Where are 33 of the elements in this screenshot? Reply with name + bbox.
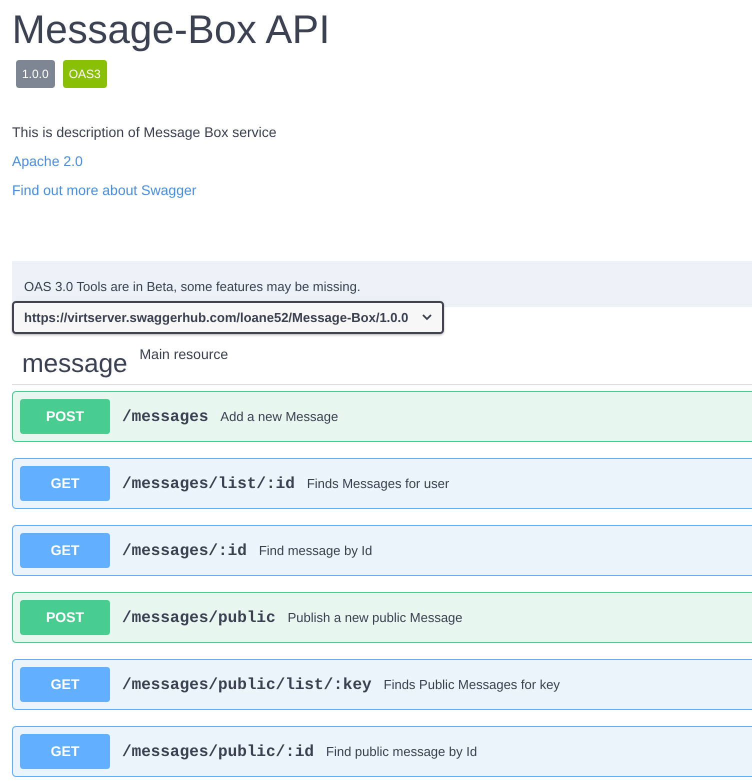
method-label: POST: [20, 600, 110, 635]
endpoint-path: /messages/:id: [122, 540, 247, 562]
operation-row[interactable]: GET /messages/public/list/:key Finds Public Messages for key: [12, 659, 752, 710]
server-select[interactable]: https://virtserver.swaggerhub.com/loane52/Message-Box/1.0.0: [12, 300, 444, 334]
method-label: GET: [20, 734, 110, 769]
endpoint-summary: Find public message by Id: [326, 742, 478, 761]
chevron-down-icon: [422, 314, 432, 321]
endpoint-summary: Publish a new public Message: [288, 608, 463, 627]
endpoint-path: /messages/public/:id: [122, 742, 314, 762]
version-tag: 1.0.0: [16, 60, 55, 88]
endpoint-path: /messages/public: [122, 608, 276, 628]
operation-row[interactable]: GET /messages/list/:id Finds Messages for user: [12, 458, 752, 509]
endpoint-summary: Add a new Message: [220, 408, 338, 426]
endpoint-summary: Find message by Id: [258, 542, 372, 560]
operation-row[interactable]: GET /messages/public/:id Find public message by Id: [12, 726, 752, 777]
tag-description: Main resource: [140, 345, 228, 364]
endpoint-path: /messages/public/list/:key: [122, 674, 372, 696]
method-label: GET: [20, 667, 110, 702]
spec-tag: OAS3: [62, 60, 107, 88]
beta-notice-text: OAS 3.0 Tools are in Beta, some features may be missing.: [24, 279, 360, 294]
endpoint-path: /messages: [122, 406, 208, 428]
method-label: GET: [20, 533, 110, 568]
endpoint-summary: Finds Public Messages for key: [384, 676, 560, 694]
operation-row[interactable]: POST /messages Add a new Message: [12, 391, 752, 442]
method-label: POST: [20, 399, 110, 434]
api-title: Message-Box API: [12, 8, 331, 52]
endpoint-summary: Finds Messages for user: [306, 474, 450, 493]
operation-row[interactable]: POST /messages/public Publish a new public Message: [12, 592, 752, 643]
endpoint-path: /messages/list/:id: [122, 474, 295, 494]
operation-row[interactable]: GET /messages/:id Find message by Id: [12, 525, 752, 576]
description-text: This is description of Message Box service: [12, 123, 278, 142]
tag-name[interactable]: message: [22, 350, 128, 376]
method-label: GET: [20, 466, 110, 501]
